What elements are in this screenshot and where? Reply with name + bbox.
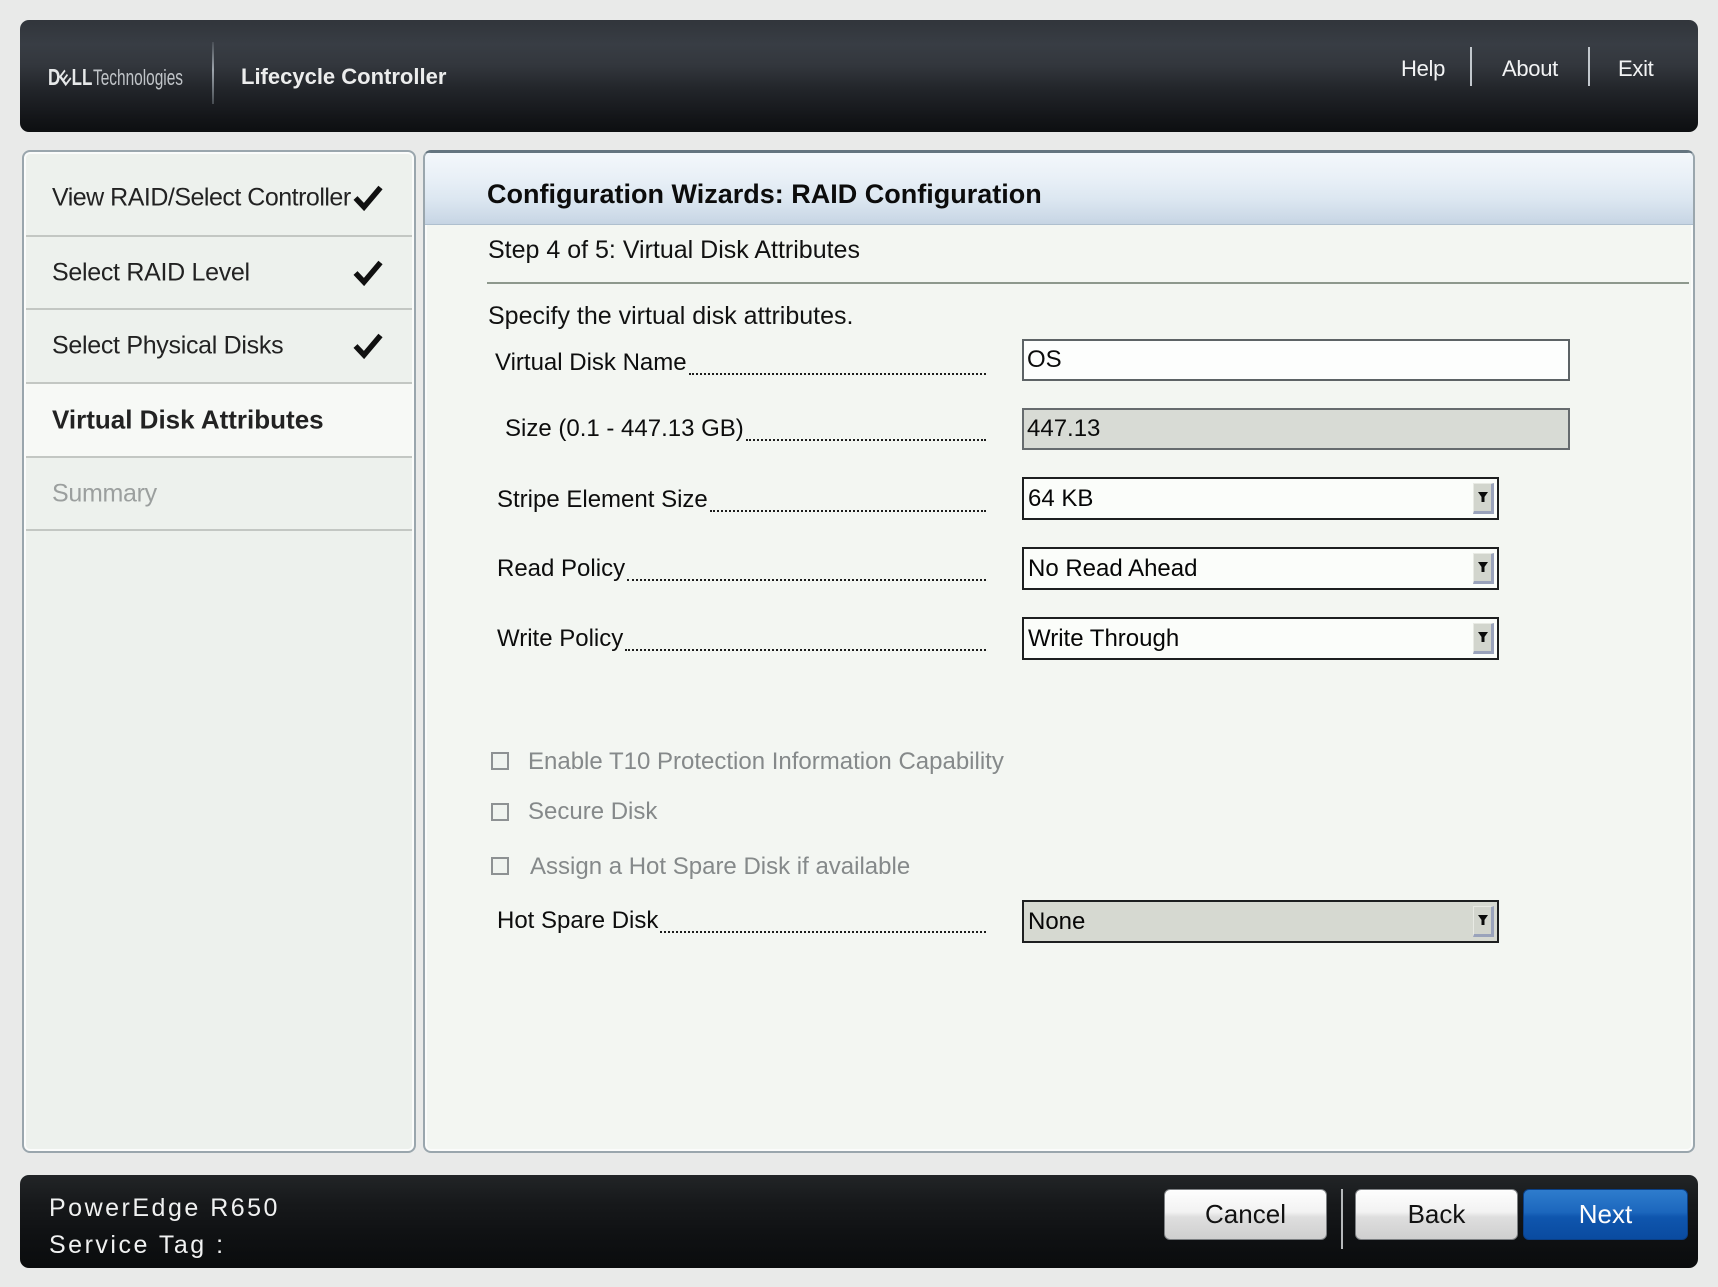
svg-text:LL: LL xyxy=(72,66,93,90)
svg-text:Technologies: Technologies xyxy=(93,65,183,90)
